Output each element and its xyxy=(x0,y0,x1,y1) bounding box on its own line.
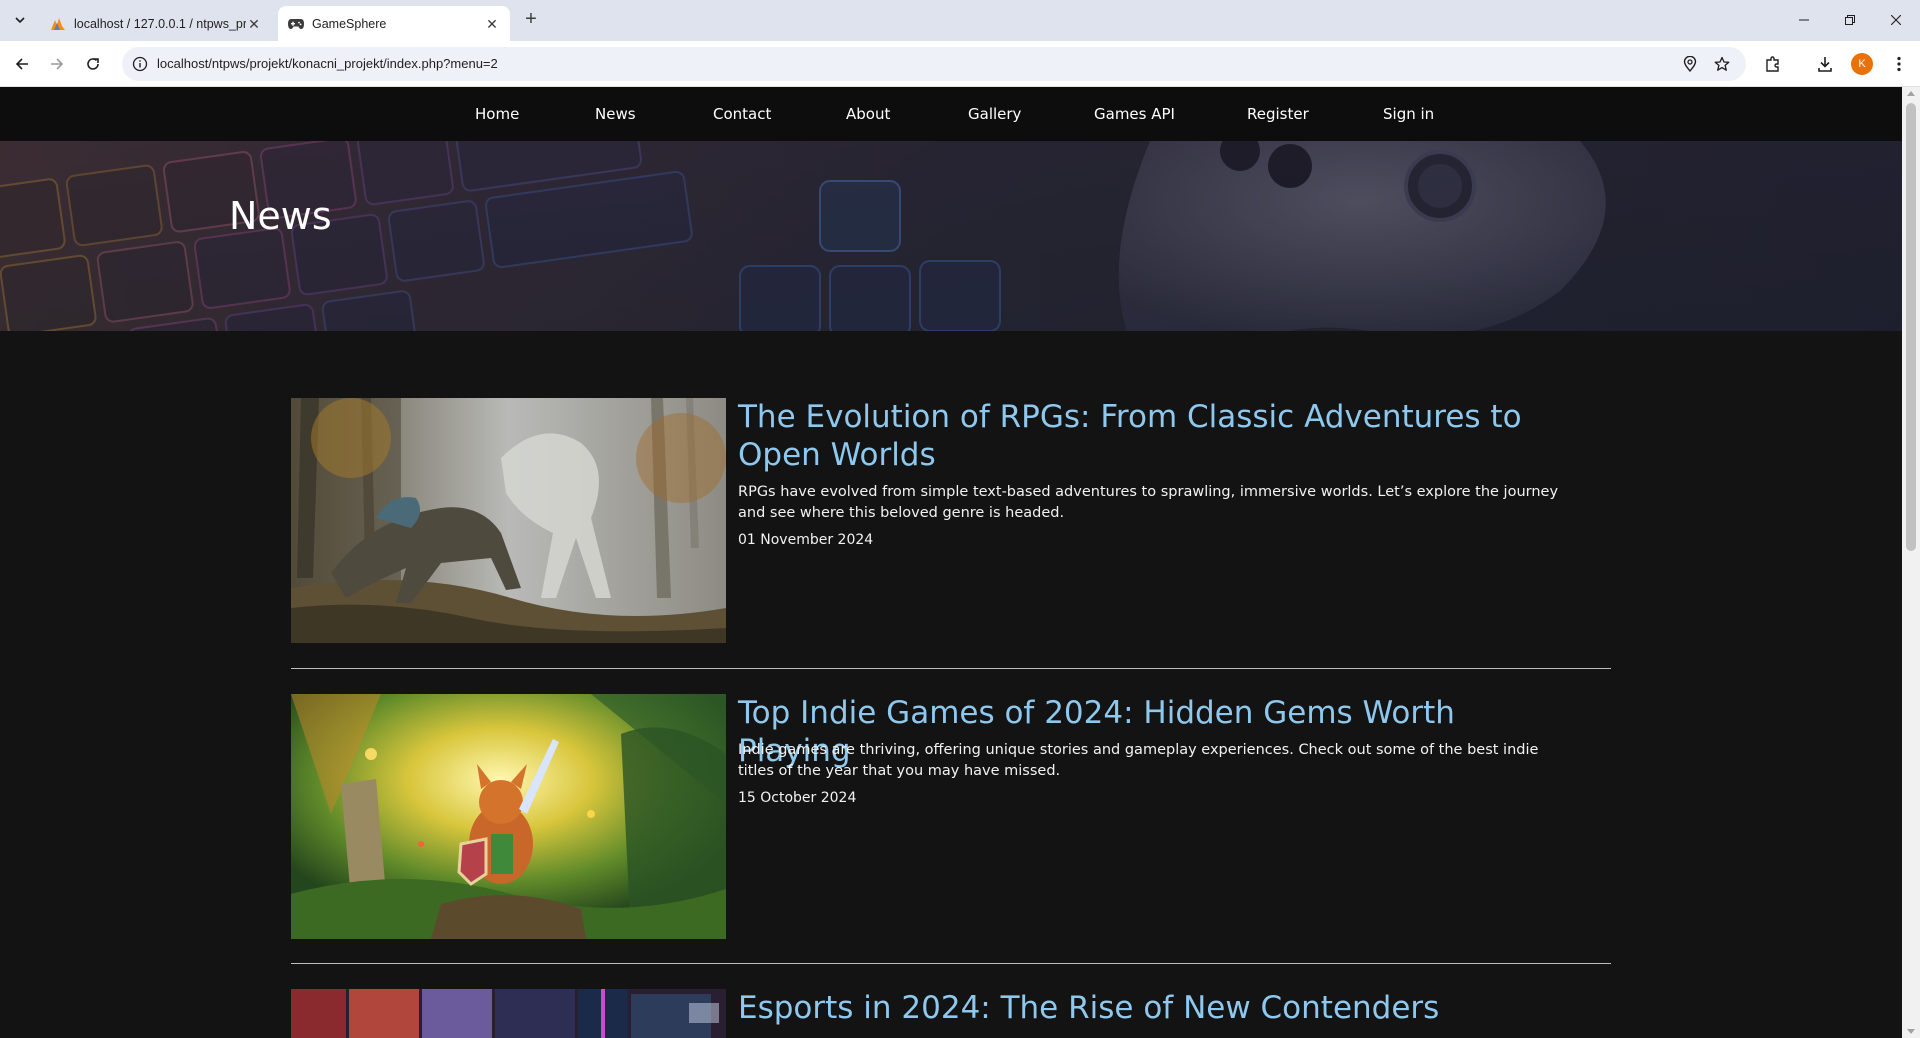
extensions-button[interactable] xyxy=(1759,50,1787,78)
profile-avatar[interactable]: K xyxy=(1851,53,1873,75)
browser-toolbar: localhost/ntpws/projekt/konacni_projekt/… xyxy=(0,41,1920,87)
browser-menu-button[interactable] xyxy=(1885,50,1913,78)
puzzle-icon xyxy=(1766,56,1779,72)
close-icon[interactable]: ✕ xyxy=(484,16,500,32)
tab-title: GameSphere xyxy=(312,16,387,31)
address-bar[interactable]: localhost/ntpws/projekt/konacni_projekt/… xyxy=(122,47,1746,81)
article-title[interactable]: The Evolution of RPGs: From Classic Adve… xyxy=(738,398,1568,474)
article-image-esports[interactable] xyxy=(291,989,726,1038)
nav-link-gallery[interactable]: Gallery xyxy=(968,105,1021,123)
arrow-left-icon xyxy=(15,58,28,70)
gamepad-icon xyxy=(288,16,304,32)
minimize-icon xyxy=(1799,19,1809,21)
url-text[interactable]: localhost/ntpws/projekt/konacni_projekt/… xyxy=(157,56,498,71)
news-article: The Evolution of RPGs: From Classic Adve… xyxy=(291,398,1611,644)
nav-link-news[interactable]: News xyxy=(595,105,636,123)
site-navigation: Home News Contact About Gallery Games AP… xyxy=(0,87,1902,141)
restore-icon xyxy=(1845,15,1855,25)
article-description: RPGs have evolved from simple text-based… xyxy=(738,484,1559,521)
article-title[interactable]: Esports in 2024: The Rise of New Contend… xyxy=(738,989,1568,1027)
tab-title: localhost / 127.0.0.1 / ntpws_pr xyxy=(74,16,246,31)
back-button[interactable] xyxy=(8,50,36,78)
tab-search-button[interactable] xyxy=(8,8,32,32)
phpmyadmin-icon xyxy=(50,16,66,32)
close-icon xyxy=(1891,15,1901,25)
new-tab-button[interactable]: + xyxy=(519,8,543,32)
nav-link-home[interactable]: Home xyxy=(475,105,519,123)
tab-gamesphere[interactable]: GameSphere ✕ xyxy=(278,6,510,41)
minimize-button[interactable] xyxy=(1781,6,1827,34)
site-info-icon[interactable] xyxy=(130,54,150,74)
bookmark-star-icon[interactable] xyxy=(1712,54,1732,74)
downloads-button[interactable] xyxy=(1811,50,1839,78)
forward-button[interactable] xyxy=(43,50,71,78)
article-date: 01 November 2024 xyxy=(738,532,874,548)
reload-button[interactable] xyxy=(79,50,107,78)
close-icon[interactable]: ✕ xyxy=(246,16,262,32)
web-page: Home News Contact About Gallery Games AP… xyxy=(0,87,1902,1038)
browser-tab-strip: localhost / 127.0.0.1 / ntpws_pr ✕ GameS… xyxy=(0,0,1920,41)
scroll-down-arrow-icon[interactable] xyxy=(1907,1029,1915,1034)
news-article: Esports in 2024: The Rise of New Contend… xyxy=(291,989,1611,1038)
page-title: News xyxy=(229,194,332,238)
article-image-rpg[interactable] xyxy=(291,398,726,643)
article-divider xyxy=(291,668,1611,669)
nav-link-sign-in[interactable]: Sign in xyxy=(1383,105,1434,123)
location-icon[interactable] xyxy=(1680,54,1700,74)
article-description: Indie games are thriving, offering uniqu… xyxy=(738,742,1539,779)
article-image-indie[interactable] xyxy=(291,694,726,939)
chevron-down-icon xyxy=(15,17,25,24)
scrollbar-thumb[interactable] xyxy=(1906,103,1916,551)
hero-banner: News xyxy=(0,141,1902,331)
scroll-up-arrow-icon[interactable] xyxy=(1907,91,1915,96)
page-scrollbar[interactable] xyxy=(1902,87,1920,1038)
reload-icon xyxy=(87,58,99,70)
article-date: 15 October 2024 xyxy=(738,790,857,806)
tab-phpmyadmin[interactable]: localhost / 127.0.0.1 / ntpws_pr ✕ xyxy=(40,6,272,41)
download-icon xyxy=(1818,57,1832,72)
more-vertical-icon xyxy=(1897,56,1901,72)
nav-link-contact[interactable]: Contact xyxy=(713,105,771,123)
nav-link-games-api[interactable]: Games API xyxy=(1094,105,1175,123)
restore-button[interactable] xyxy=(1827,6,1873,34)
news-article: Top Indie Games of 2024: Hidden Gems Wor… xyxy=(291,694,1611,940)
article-divider xyxy=(291,963,1611,964)
arrow-right-icon xyxy=(51,58,64,70)
nav-link-register[interactable]: Register xyxy=(1247,105,1309,123)
close-window-button[interactable] xyxy=(1873,6,1919,34)
nav-link-about[interactable]: About xyxy=(846,105,890,123)
